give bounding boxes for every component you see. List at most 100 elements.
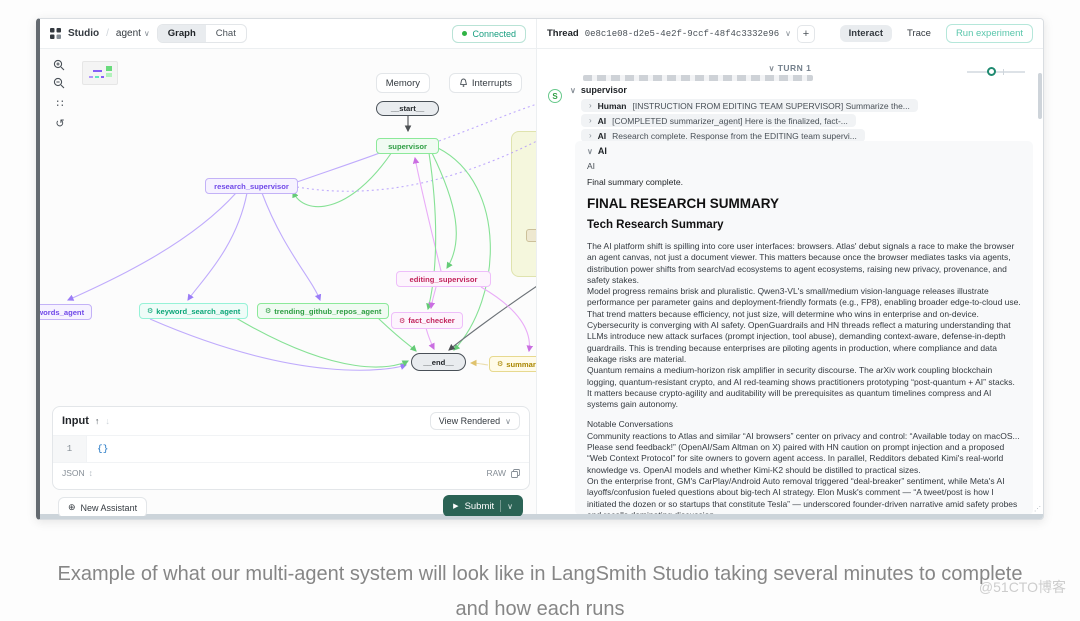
graph-edges [66, 103, 536, 371]
trace-button[interactable]: Trace [898, 25, 940, 42]
graph-panel: ∷ ↺ Memory Interrupts __start__ supervis… [40, 49, 537, 516]
breadcrumb: / [106, 28, 109, 39]
graph-node-trending-keywords-agent[interactable]: trending_keywords_agent [40, 304, 93, 320]
reset-layout-icon[interactable]: ↺ [53, 117, 67, 131]
caption-line-2: and how each runs [455, 598, 625, 620]
chevron-down-icon[interactable]: ∨ [507, 502, 513, 511]
summary-paragraph: Model progress remains brisk and plurali… [587, 286, 1021, 319]
summary-paragraph: The AI platform shift is spilling into c… [587, 241, 1015, 285]
chevron-down-icon: ∨ [570, 85, 576, 95]
interact-button[interactable]: Interact [839, 25, 892, 42]
format-select[interactable]: JSON [62, 468, 85, 478]
minimap-node [106, 73, 112, 77]
clipped-message-row[interactable] [583, 75, 813, 81]
move-up-icon[interactable]: ↑ [95, 416, 100, 426]
chevron-right-icon: › [589, 131, 592, 140]
thread-id: 0e8c1e08-d2e5-4e2f-9ccf-48f4c3332e96 [584, 28, 780, 39]
resize-corner-icon: ⋰ [1034, 506, 1041, 513]
final-status: Final summary complete. [587, 177, 683, 187]
thread-panel: ∨ TURN 1 S ∨ supervisor › Human [INSTRUC… [537, 49, 1043, 519]
json-editor[interactable]: 1 {} [53, 435, 529, 463]
move-down-icon[interactable]: ↓ [105, 416, 110, 426]
message-row-ai-1[interactable]: › AI [COMPLETED summarizer_agent] Here i… [581, 114, 856, 127]
horizontal-scrollbar[interactable] [40, 514, 1043, 519]
subgraph-node[interactable] [526, 229, 536, 242]
ai-label: AI [587, 161, 596, 171]
turn-slider[interactable] [967, 67, 1025, 77]
zoom-out-icon[interactable] [53, 77, 67, 91]
tree-node-supervisor[interactable]: ∨ supervisor [570, 85, 627, 95]
ai-message-header[interactable]: ∨ AI [587, 146, 1021, 156]
minimap-node [95, 76, 99, 78]
notable-paragraph: On the enterprise front, GM's CarPlay/An… [587, 475, 1018, 515]
chevron-right-icon: › [589, 101, 592, 110]
graph-node-fact-checker[interactable]: ⚙ fact_checker [391, 312, 463, 329]
tools-icon: ⚙ [147, 308, 154, 315]
chevron-down-icon: ∨ [587, 146, 593, 156]
graph-minimap[interactable] [82, 61, 118, 85]
view-switcher: Graph Chat [156, 24, 247, 43]
caption-line-1: Example of what our multi-agent system w… [57, 563, 1023, 585]
input-panel: Input ↑ ↓ View Rendered ∨ 1 {} JSON ↕ RA… [52, 406, 530, 490]
tools-icon: ⚙ [497, 361, 504, 368]
summary-title: FINAL RESEARCH SUMMARY [587, 196, 780, 211]
status-dot-icon [462, 31, 468, 36]
scrollbar-thumb[interactable] [1038, 73, 1042, 119]
top-bar: Studio / agent ∨ Graph Chat Connected Thr… [40, 19, 1043, 49]
message-row-human[interactable]: › Human [INSTRUCTION FROM EDITING TEAM S… [581, 99, 918, 112]
minimap-node [89, 76, 93, 78]
view-rendered-dropdown[interactable]: View Rendered ∨ [429, 412, 520, 430]
thread-header: Thread 0e8c1e08-d2e5-4e2f-9ccf-48f4c3332… [537, 19, 1043, 48]
expanded-ai-message: ∨ AI AI Final summary complete. FINAL RE… [575, 141, 1033, 515]
line-number: 1 [53, 436, 87, 462]
minimap-node [93, 70, 102, 72]
tab-chat[interactable]: Chat [206, 25, 246, 42]
graph-node-start[interactable]: __start__ [376, 101, 439, 116]
thread-label: Thread [547, 28, 579, 39]
run-experiment-button[interactable]: Run experiment [945, 24, 1033, 43]
fit-view-icon[interactable]: ∷ [53, 97, 67, 111]
graph-node-editing-supervisor[interactable]: editing_supervisor [396, 271, 491, 287]
zoom-in-icon[interactable] [53, 59, 67, 73]
subgraph-container [511, 131, 536, 277]
graph-node-trending-github-repos-agent[interactable]: ⚙ trending_github_repos_agent [257, 303, 390, 319]
new-assistant-button[interactable]: ⊕ New Assistant [58, 497, 148, 516]
graph-node-supervisor[interactable]: supervisor [376, 138, 439, 154]
app-window: Studio / agent ∨ Graph Chat Connected Thr… [36, 18, 1044, 520]
thread-chevron-icon[interactable]: ∨ [785, 29, 791, 38]
raw-label[interactable]: RAW [486, 468, 506, 478]
studio-logo-icon [50, 28, 61, 39]
json-input-value[interactable]: {} [87, 436, 108, 462]
play-icon: ▶ [453, 503, 459, 510]
minimap-node [101, 76, 104, 78]
slider-tick [1003, 69, 1004, 75]
connected-badge: Connected [452, 24, 526, 43]
interrupts-button[interactable]: Interrupts [448, 73, 522, 93]
memory-button[interactable]: Memory [375, 73, 430, 93]
graph-node-keyword-search-agent[interactable]: ⚙ keyword_search_agent [139, 303, 249, 319]
summary-subtitle: Tech Research Summary [587, 219, 724, 231]
graph-node-research-supervisor[interactable]: research_supervisor [205, 178, 298, 194]
summary-paragraph: Quantum remains a medium-horizon risk am… [587, 365, 1015, 410]
slider-track [967, 71, 1025, 73]
agent-dropdown[interactable]: agent ∨ [116, 28, 150, 39]
avatar: S [548, 89, 562, 103]
tools-icon: ⚙ [399, 317, 406, 325]
format-toggle-icon[interactable]: ↕ [89, 468, 93, 478]
bell-icon [459, 78, 468, 88]
slider-handle[interactable] [987, 67, 996, 76]
graph-node-end[interactable]: __end__ [411, 353, 466, 371]
studio-header: Studio / agent ∨ Graph Chat Connected [40, 19, 537, 48]
chevron-down-icon: ∨ [768, 64, 778, 73]
chevron-down-icon: ∨ [505, 416, 511, 426]
new-thread-button[interactable]: + [796, 24, 815, 43]
notable-heading: Notable Conversations [587, 419, 673, 430]
tab-graph[interactable]: Graph [157, 25, 206, 42]
summary-paragraph: Cybersecurity is converging with AI safe… [587, 320, 1011, 364]
copy-icon[interactable] [511, 468, 520, 478]
watermark: @51CTO博客 [978, 579, 1066, 595]
graph-node-summarizer-agent[interactable]: ⚙summarizer_agent [489, 356, 536, 372]
studio-label: Studio [68, 28, 100, 39]
submit-button[interactable]: ▶ Submit ∨ [443, 495, 523, 516]
tools-icon: ⚙ [265, 308, 272, 315]
